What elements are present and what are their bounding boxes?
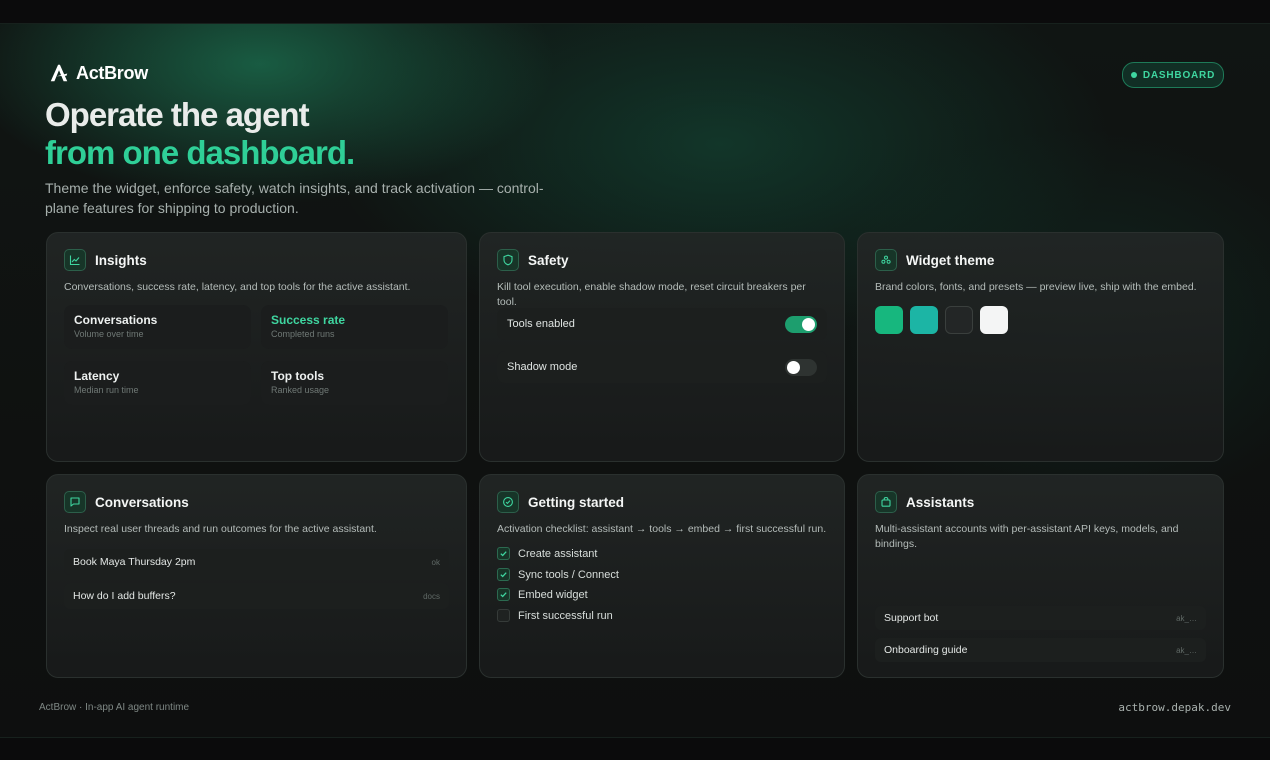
swatch-dark[interactable] bbox=[945, 306, 973, 334]
assistant-key: ak_… bbox=[1176, 613, 1197, 623]
empty-checkbox-icon bbox=[497, 609, 510, 622]
brand-name: ActBrow bbox=[76, 62, 148, 83]
safety-card: Safety Kill tool execution, enable shado… bbox=[479, 232, 845, 462]
assistants-header: Assistants bbox=[875, 491, 974, 513]
tile-top-tools[interactable]: Top tools Ranked usage bbox=[261, 361, 448, 405]
assistant-name: Onboarding guide bbox=[884, 644, 968, 656]
chart-line-icon bbox=[64, 249, 86, 271]
conversation-text: How do I add buffers? bbox=[73, 590, 176, 602]
chat-icon bbox=[64, 491, 86, 513]
assistant-item[interactable]: Support bot ak_… bbox=[875, 606, 1206, 630]
getting-started-title: Getting started bbox=[528, 494, 625, 510]
brand[interactable]: ActBrow bbox=[48, 62, 148, 84]
page-subtitle: Theme the widget, enforce safety, watch … bbox=[45, 180, 544, 216]
check-icon bbox=[497, 547, 510, 560]
checklist-item[interactable]: Create assistant bbox=[497, 547, 597, 560]
assistant-key: ak_… bbox=[1176, 645, 1197, 655]
page-title-line1: Operate the agent bbox=[45, 96, 310, 133]
footer-tagline: ActBrow · In-app AI agent runtime bbox=[39, 702, 190, 713]
toggle-row-tools-enabled: Tools enabled bbox=[497, 308, 827, 340]
conversation-tag: ok bbox=[431, 557, 440, 567]
checklist-label: Create assistant bbox=[518, 547, 598, 560]
tools-enabled-toggle[interactable] bbox=[785, 315, 817, 333]
toggle-knob bbox=[787, 360, 800, 374]
checklist-item[interactable]: Embed widget bbox=[497, 588, 588, 601]
tile-conversations[interactable]: Conversations Volume over time bbox=[64, 305, 251, 349]
tile-subtitle: Completed runs bbox=[271, 329, 335, 339]
check-icon bbox=[497, 568, 510, 581]
insights-header: Insights bbox=[64, 249, 147, 271]
swatch-teal[interactable] bbox=[910, 306, 938, 334]
conversations-header: Conversations bbox=[64, 491, 189, 513]
check-icon bbox=[497, 588, 510, 601]
check-circle-icon bbox=[497, 491, 519, 513]
theme-header: Widget theme bbox=[875, 249, 994, 271]
tile-subtitle: Median run time bbox=[74, 385, 139, 395]
widget-theme-card: Widget theme Brand colors, fonts, and pr… bbox=[857, 232, 1224, 462]
conversation-text: Book Maya Thursday 2pm bbox=[73, 556, 196, 568]
insights-description: Conversations, success rate, latency, an… bbox=[64, 281, 411, 293]
assistants-title: Assistants bbox=[906, 494, 975, 510]
shield-icon bbox=[497, 249, 519, 271]
tile-subtitle: Ranked usage bbox=[271, 385, 330, 395]
checklist-item[interactable]: Sync tools / Connect bbox=[497, 568, 619, 581]
insights-card: Insights Conversations, success rate, la… bbox=[46, 232, 467, 462]
safety-header: Safety bbox=[497, 249, 569, 271]
assistant-name: Support bot bbox=[884, 612, 939, 624]
tile-title: Top tools bbox=[271, 369, 325, 383]
dashboard-badge: DASHBOARD bbox=[1122, 62, 1224, 88]
insights-title: Insights bbox=[95, 252, 147, 268]
tile-subtitle: Volume over time bbox=[74, 329, 144, 339]
swatch-white[interactable] bbox=[980, 306, 1008, 334]
conversation-item[interactable]: Book Maya Thursday 2pm ok bbox=[64, 549, 449, 575]
palette-icon bbox=[875, 249, 897, 271]
conversations-card: Conversations Inspect real user threads … bbox=[46, 474, 467, 678]
conversations-title: Conversations bbox=[95, 494, 189, 510]
assistant-item[interactable]: Onboarding guide ak_… bbox=[875, 638, 1206, 662]
bag-icon bbox=[875, 491, 897, 513]
logo-icon bbox=[50, 64, 68, 82]
getting-started-header: Getting started bbox=[497, 491, 624, 513]
getting-started-description: Activation checklist: assistant → tools … bbox=[497, 523, 827, 535]
conversation-item[interactable]: How do I add buffers? docs bbox=[64, 583, 449, 609]
badge-label: DASHBOARD bbox=[1142, 69, 1216, 81]
tile-latency[interactable]: Latency Median run time bbox=[64, 361, 251, 405]
toggle-knob bbox=[802, 317, 815, 331]
assistants-description: Multi-assistant accounts with per-assist… bbox=[875, 523, 1179, 550]
safety-title: Safety bbox=[528, 252, 569, 268]
getting-started-card: Getting started Activation checklist: as… bbox=[479, 474, 845, 678]
toggle-label: Tools enabled bbox=[507, 318, 575, 330]
theme-title: Widget theme bbox=[906, 252, 995, 268]
swatch-green[interactable] bbox=[875, 306, 903, 334]
toggle-row-shadow-mode: Shadow mode bbox=[497, 351, 827, 383]
tile-title: Success rate bbox=[271, 313, 346, 327]
checklist-item[interactable]: First successful run bbox=[497, 609, 613, 622]
assistants-card: Assistants Multi-assistant accounts with… bbox=[857, 474, 1224, 678]
conversation-tag: docs bbox=[423, 591, 440, 601]
checklist-label: First successful run bbox=[518, 609, 613, 622]
tile-success-rate[interactable]: Success rate Completed runs bbox=[261, 305, 448, 349]
tile-title: Conversations bbox=[74, 313, 158, 327]
footer-url[interactable]: actbrow.depak.dev bbox=[1118, 701, 1231, 714]
checklist-label: Embed widget bbox=[518, 588, 588, 601]
theme-description: Brand colors, fonts, and presets — previ… bbox=[875, 281, 1197, 293]
page-title: Operate the agent from one dashboard. bbox=[45, 96, 355, 172]
checklist-label: Sync tools / Connect bbox=[518, 568, 619, 581]
conversations-description: Inspect real user threads and run outcom… bbox=[64, 523, 377, 535]
toggle-label: Shadow mode bbox=[507, 361, 578, 373]
status-dot-icon bbox=[1130, 72, 1137, 78]
page-title-line2: from one dashboard. bbox=[45, 134, 355, 171]
tile-title: Latency bbox=[74, 369, 120, 383]
shadow-mode-toggle[interactable] bbox=[785, 358, 817, 376]
safety-description: Kill tool execution, enable shadow mode,… bbox=[497, 281, 806, 308]
